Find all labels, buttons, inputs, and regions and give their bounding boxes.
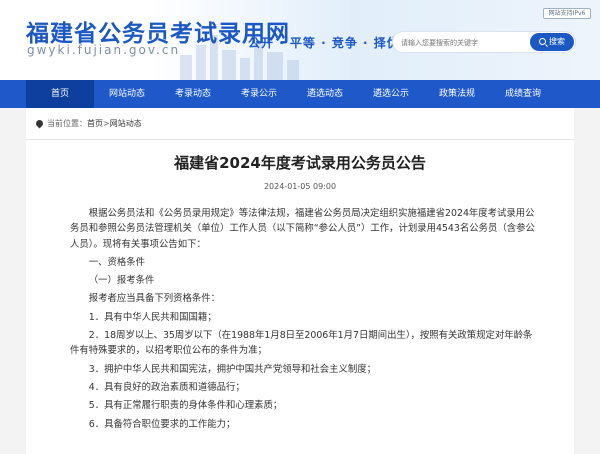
breadcrumb-divider (26, 139, 574, 140)
article-paragraph: 6．具备符合职位要求的工作能力； (88, 418, 236, 430)
nav-item-selection-news[interactable]: 遴选动态 (292, 80, 358, 108)
article-paragraph: 5．具有正常履行职责的身体条件和心理素质； (88, 400, 283, 412)
breadcrumb: 当前位置： 首页 > 网站动态 (34, 118, 142, 129)
article-paragraph: （一）报考条件 (88, 275, 155, 287)
nav-item-selection-notices[interactable]: 遴选公示 (358, 80, 424, 108)
site-header: 福建省公务员考试录用网 gwyki.fujian.gov.cn 公开 · 平等 … (0, 0, 600, 80)
search-button-label: 搜索 (549, 37, 565, 46)
ipv6-badge: 网站支持IPv6 (543, 8, 591, 19)
article-panel: 当前位置： 首页 > 网站动态 福建省2024年度考试录用公务员公告 2024-… (26, 108, 574, 454)
article-date: 2024-01-05 09:00 (263, 182, 337, 191)
search-icon (539, 38, 546, 45)
article-title: 福建省2024年度考试录用公务员公告 (174, 154, 426, 172)
site-slogan: 公开 · 平等 · 竞争 · 择优 (248, 36, 400, 50)
nav-item-home[interactable]: 首页 (26, 80, 94, 108)
breadcrumb-current-link[interactable]: 网站动态 (110, 118, 142, 129)
nav-item-exam-news[interactable]: 考录动态 (160, 80, 226, 108)
location-pin-icon (34, 118, 45, 129)
nav-item-site-news[interactable]: 网站动态 (94, 80, 160, 108)
site-domain: gwyki.fujian.gov.cn (27, 43, 181, 57)
article-paragraph: 报考者应当具备下列资格条件： (88, 293, 221, 305)
article-paragraph: 3．拥护中华人民共和国宪法，拥护中国共产党领导和社会主义制度； (88, 363, 377, 375)
search-button[interactable]: 搜索 (530, 33, 574, 51)
article-paragraph: 2．18周岁以上、35周岁以下（在1988年1月8日至2006年1月7日期间出生… (70, 330, 533, 357)
nav-item-exam-notices[interactable]: 考录公示 (226, 80, 292, 108)
nav-item-policies[interactable]: 政策法规 (424, 80, 490, 108)
breadcrumb-home-link[interactable]: 首页 (87, 118, 103, 129)
article-paragraph: 一、资格条件 (88, 256, 146, 268)
breadcrumb-prefix: 当前位置： (47, 119, 87, 128)
article-paragraph: 4．具有良好的政治素质和道德品行； (88, 381, 245, 393)
search-input[interactable] (401, 36, 521, 49)
article-paragraph: 1．具有中华人民共和国国籍； (88, 311, 217, 323)
article-paragraph: 根据公务员法和《公务员录用规定》等法律法规，福建省公务员局决定组织实施福建省20… (70, 208, 535, 250)
article-body: 根据公务员法和《公务员录用规定》等法律法规，福建省公务员局决定组织实施福建省20… (70, 206, 540, 435)
breadcrumb-separator: > (103, 119, 110, 128)
nav-item-score-query[interactable]: 成绩查询 (490, 80, 556, 108)
main-nav: 首页 网站动态 考录动态 考录公示 遴选动态 遴选公示 政策法规 成绩查询 (0, 80, 600, 108)
search-box: 搜索 (392, 31, 576, 53)
